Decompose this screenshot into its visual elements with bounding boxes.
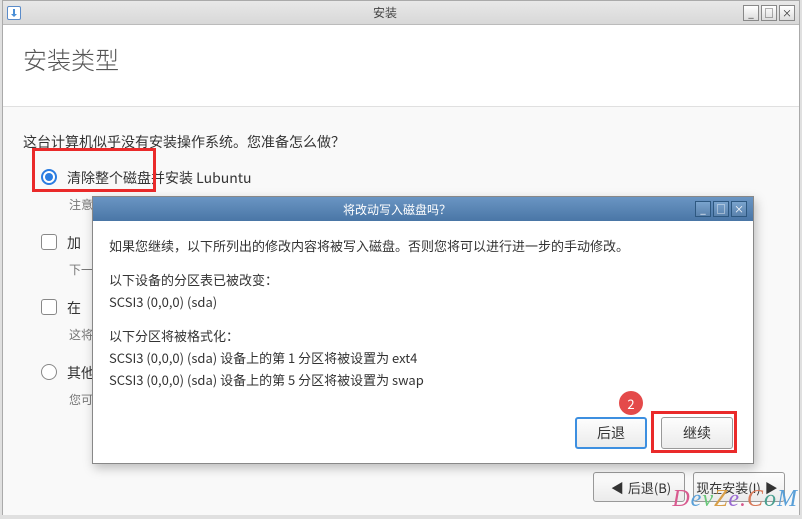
- option-label: 清除整个磁盘并安装 Lubuntu: [67, 168, 252, 188]
- dialog-minimize-button[interactable]: _: [695, 201, 711, 217]
- option-label: 其他: [67, 363, 95, 383]
- device-line: SCSI3 (0,0,0) (sda): [109, 291, 737, 313]
- minimize-button[interactable]: _: [743, 5, 759, 21]
- dialog-titlebar[interactable]: 将改动写入磁盘吗？ _ □ ×: [93, 197, 753, 221]
- dialog-maximize-button[interactable]: □: [713, 201, 729, 217]
- option-label: 在: [67, 298, 81, 318]
- watermark: DevZe.CoM: [672, 486, 798, 513]
- annotation-badge-2: 2: [619, 391, 643, 415]
- close-button[interactable]: ×: [779, 5, 795, 21]
- dialog-window-controls: _ □ ×: [695, 201, 747, 217]
- checkbox-icon: [41, 234, 57, 250]
- dialog-continue-button[interactable]: 继续: [661, 417, 733, 449]
- dialog-intro: 如果您继续，以下所列出的修改内容将被写入磁盘。否则您将可以进行进一步的手动修改。: [109, 235, 737, 257]
- dialog-back-button[interactable]: 后退: [575, 417, 647, 449]
- radio-icon: [41, 169, 57, 185]
- dialog-body: 如果您继续，以下所列出的修改内容将被写入磁盘。否则您将可以进行进一步的手动修改。…: [93, 221, 753, 418]
- format-heading: 以下分区将被格式化：: [109, 325, 737, 347]
- dialog-title: 将改动写入磁盘吗？: [99, 201, 695, 218]
- page-title: 安装类型: [3, 25, 799, 106]
- option-erase-disk[interactable]: 清除整个磁盘并安装 Lubuntu: [41, 168, 779, 188]
- checkbox-icon: [41, 299, 57, 315]
- format-line: SCSI3 (0,0,0) (sda) 设备上的第 1 分区将被设置为 ext4: [109, 347, 737, 369]
- maximize-button[interactable]: □: [761, 5, 777, 21]
- back-label: 后退(B): [628, 478, 671, 497]
- option-label: 加: [67, 233, 81, 253]
- app-icon: [7, 6, 21, 20]
- dialog-actions: 后退 继续: [575, 417, 733, 449]
- device-heading: 以下设备的分区表已被改变：: [109, 269, 737, 291]
- main-titlebar[interactable]: 安装 _ □ ×: [3, 1, 799, 25]
- main-window-controls: _ □ ×: [743, 5, 795, 21]
- dialog-close-button[interactable]: ×: [731, 201, 747, 217]
- format-line: SCSI3 (0,0,0) (sda) 设备上的第 5 分区将被设置为 swap: [109, 369, 737, 391]
- main-window-title: 安装: [27, 4, 743, 21]
- confirm-dialog: 将改动写入磁盘吗？ _ □ × 如果您继续，以下所列出的修改内容将被写入磁盘。否…: [92, 196, 754, 464]
- radio-icon: [41, 364, 57, 380]
- format-list: 以下分区将被格式化： SCSI3 (0,0,0) (sda) 设备上的第 1 分…: [109, 325, 737, 391]
- install-prompt: 这台计算机似乎没有安装操作系统。您准备怎么做？: [23, 106, 779, 168]
- chevron-left-icon: ◀: [611, 478, 624, 497]
- device-list: 以下设备的分区表已被改变： SCSI3 (0,0,0) (sda): [109, 269, 737, 313]
